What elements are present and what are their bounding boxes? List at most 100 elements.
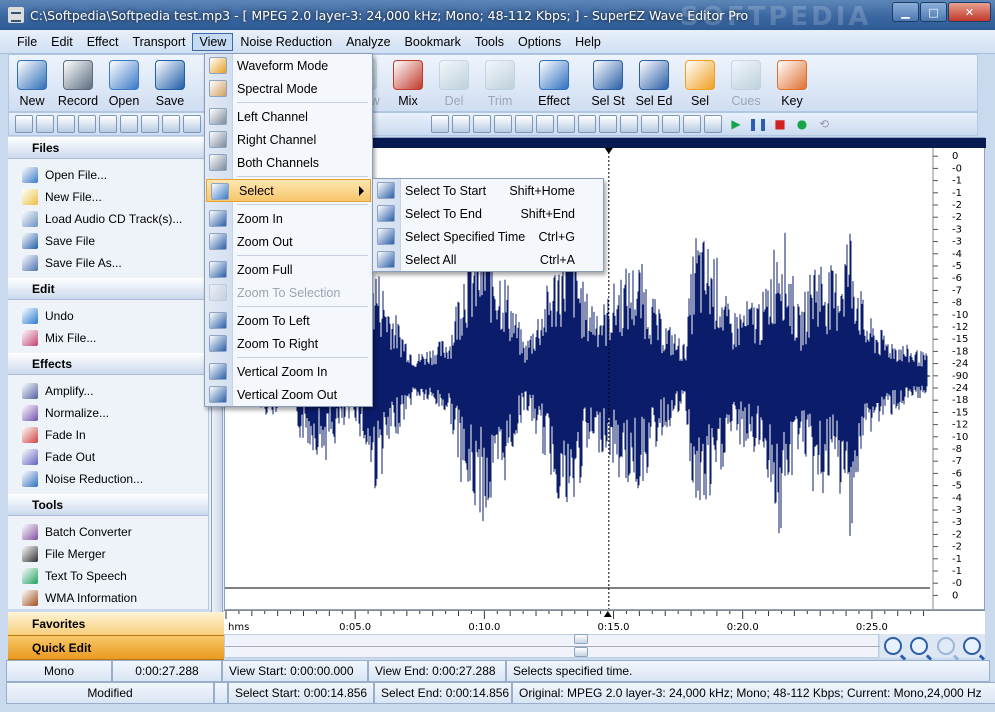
menu-item-vertical-zoom-in[interactable]: Vertical Zoom In <box>205 360 372 383</box>
menu-analyze[interactable]: Analyze <box>339 33 397 51</box>
small-bars-icon[interactable] <box>162 115 180 133</box>
effect-tool-icon[interactable] <box>704 115 722 133</box>
zoom-out-icon[interactable] <box>910 637 929 655</box>
maximize-icon[interactable]: □ <box>920 2 947 22</box>
minimize-icon[interactable]: ▁ <box>892 2 919 22</box>
loop-icon[interactable]: ⟲ <box>813 117 835 131</box>
menu-item-both-channels[interactable]: Both Channels <box>205 151 372 174</box>
effect-tool-icon[interactable] <box>494 115 512 133</box>
small-bars-icon[interactable] <box>183 115 201 133</box>
effect-tool-icon[interactable] <box>620 115 638 133</box>
menu-effect[interactable]: Effect <box>80 33 126 51</box>
effect-tool-icon[interactable] <box>578 115 596 133</box>
section-effects[interactable]: Effects⌃ <box>8 353 224 375</box>
small-window-icon[interactable] <box>99 115 117 133</box>
menu-item-zoom-to-right[interactable]: Zoom To Right <box>205 332 372 355</box>
close-icon[interactable]: ✕ <box>948 2 991 22</box>
small-window-icon[interactable] <box>78 115 96 133</box>
zoom-full-icon[interactable] <box>962 637 981 655</box>
pause-icon[interactable]: ❚❚ <box>747 117 769 131</box>
favorites-tab[interactable]: Favorites <box>8 612 224 636</box>
small-bars-icon[interactable] <box>141 115 159 133</box>
quick-edit-tab[interactable]: Quick Edit <box>8 636 224 660</box>
menu-item-right-channel[interactable]: Right Channel <box>205 128 372 151</box>
task-batch-converter[interactable]: Batch Converter <box>8 521 224 543</box>
task-fade-out[interactable]: Fade Out <box>8 446 224 468</box>
small-speaker-icon[interactable] <box>36 115 54 133</box>
open-button[interactable]: Open <box>101 55 147 111</box>
play-icon[interactable]: ▶ <box>725 117 747 131</box>
effect-tool-icon[interactable] <box>473 115 491 133</box>
effect-button[interactable]: Effect <box>531 55 577 111</box>
task-open-file[interactable]: Open File... <box>8 164 224 186</box>
small-zoom-icon[interactable] <box>15 115 33 133</box>
menu-item-left-channel[interactable]: Left Channel <box>205 105 372 128</box>
effect-tool-icon[interactable] <box>641 115 659 133</box>
task-mix-file[interactable]: Mix File... <box>8 327 224 349</box>
ruler-cursor-icon[interactable] <box>603 611 612 617</box>
menu-item-spectral-mode[interactable]: Spectral Mode <box>205 77 372 100</box>
menu-item-select-to-start[interactable]: Select To Start Shift+Home <box>373 179 603 202</box>
record-icon[interactable]: ● <box>791 117 813 131</box>
cursor-marker-icon[interactable] <box>604 148 613 154</box>
menu-noise-reduction[interactable]: Noise Reduction <box>233 33 339 51</box>
scroll-handle-bottom[interactable] <box>574 647 588 657</box>
small-window-icon[interactable] <box>120 115 138 133</box>
task-wma-information[interactable]: WMA Information <box>8 587 224 609</box>
menu-item-zoom-full[interactable]: Zoom Full <box>205 258 372 281</box>
menu-item-zoom-out[interactable]: Zoom Out <box>205 230 372 253</box>
effect-tool-icon[interactable] <box>515 115 533 133</box>
horizontal-scroll[interactable] <box>224 634 880 658</box>
menu-item-waveform-mode[interactable]: Waveform Mode <box>205 54 372 77</box>
effect-tool-icon[interactable] <box>683 115 701 133</box>
menu-file[interactable]: File <box>10 33 44 51</box>
menu-item-zoom-to-left[interactable]: Zoom To Left <box>205 309 372 332</box>
new-button[interactable]: New <box>9 55 55 111</box>
task-new-file[interactable]: New File... <box>8 186 224 208</box>
menu-item-select-to-end[interactable]: Select To End Shift+End <box>373 202 603 225</box>
zoom-in-icon[interactable] <box>884 637 903 655</box>
section-edit[interactable]: Edit⌃ <box>8 278 224 300</box>
sel-button[interactable]: Sel <box>677 55 723 111</box>
menu-help[interactable]: Help <box>568 33 608 51</box>
effect-tool-icon[interactable] <box>536 115 554 133</box>
task-noise-reduction[interactable]: Noise Reduction... <box>8 468 224 490</box>
key-button[interactable]: Key <box>769 55 815 111</box>
sel-st-button[interactable]: Sel St <box>585 55 631 111</box>
stop-icon[interactable]: ■ <box>769 117 791 131</box>
menu-tools[interactable]: Tools <box>468 33 511 51</box>
small-pencil-icon[interactable] <box>57 115 75 133</box>
section-files[interactable]: Files⌃ <box>8 137 224 159</box>
menu-item-select-specified-time[interactable]: Select Specified Time Ctrl+G <box>373 225 603 248</box>
effect-tool-icon[interactable] <box>557 115 575 133</box>
menu-bookmark[interactable]: Bookmark <box>398 33 468 51</box>
app-icon[interactable] <box>8 7 24 23</box>
effect-tool-icon[interactable] <box>599 115 617 133</box>
task-save-file[interactable]: Save File <box>8 230 224 252</box>
effect-tool-icon[interactable] <box>431 115 449 133</box>
effect-tool-icon[interactable] <box>452 115 470 133</box>
task-text-to-speech[interactable]: Text To Speech <box>8 565 224 587</box>
task-file-merger[interactable]: File Merger <box>8 543 224 565</box>
task-fade-in[interactable]: Fade In <box>8 424 224 446</box>
time-ruler[interactable]: hms 0:05.0 0:10.0 0:15.0 0:20.0 0:25.0 <box>224 610 985 634</box>
sel-ed-button[interactable]: Sel Ed <box>631 55 677 111</box>
task-normalize[interactable]: Normalize... <box>8 402 224 424</box>
task-save-file-as[interactable]: Save File As... <box>8 252 224 274</box>
task-amplify[interactable]: Amplify... <box>8 380 224 402</box>
menu-item-select-all[interactable]: Select All Ctrl+A <box>373 248 603 271</box>
menu-view[interactable]: View <box>192 32 234 51</box>
task-load-audio-cd-track-s[interactable]: Load Audio CD Track(s)... <box>8 208 224 230</box>
scroll-handle-top[interactable] <box>574 634 588 644</box>
menu-edit[interactable]: Edit <box>44 33 80 51</box>
menu-item-select[interactable]: Select <box>206 179 371 202</box>
save-button[interactable]: Save <box>147 55 193 111</box>
effect-tool-icon[interactable] <box>662 115 680 133</box>
menu-transport[interactable]: Transport <box>125 33 192 51</box>
menu-item-zoom-in[interactable]: Zoom In <box>205 207 372 230</box>
menu-options[interactable]: Options <box>511 33 568 51</box>
task-undo[interactable]: Undo <box>8 305 224 327</box>
menu-item-vertical-zoom-out[interactable]: Vertical Zoom Out <box>205 383 372 406</box>
mix-button[interactable]: Mix <box>385 55 431 111</box>
record-button[interactable]: Record <box>55 55 101 111</box>
